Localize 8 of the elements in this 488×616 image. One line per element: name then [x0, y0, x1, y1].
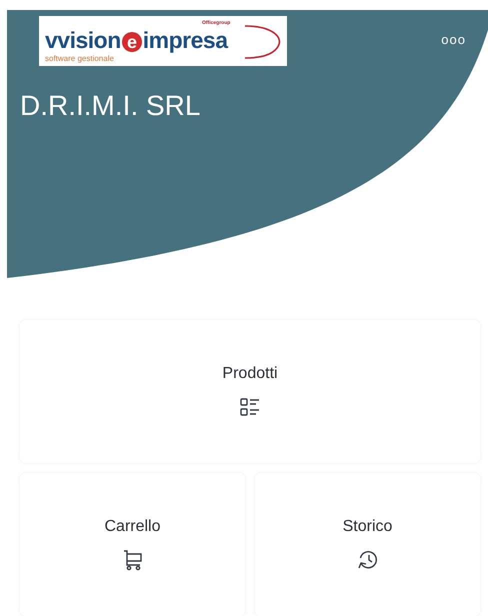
menu-tile[interactable]: Storico — [255, 473, 480, 616]
company-name: D.R.I.M.I. SRL — [20, 90, 202, 122]
more-menu-button[interactable]: ooo — [441, 32, 466, 47]
menu-tile[interactable]: Carrello — [20, 473, 245, 616]
swoosh-icon — [243, 24, 283, 60]
logo-wordmark: vvision e impresa — [45, 26, 228, 54]
logo-tagline: software gestionale — [45, 54, 114, 64]
menu-tile[interactable]: Prodotti — [20, 320, 480, 463]
